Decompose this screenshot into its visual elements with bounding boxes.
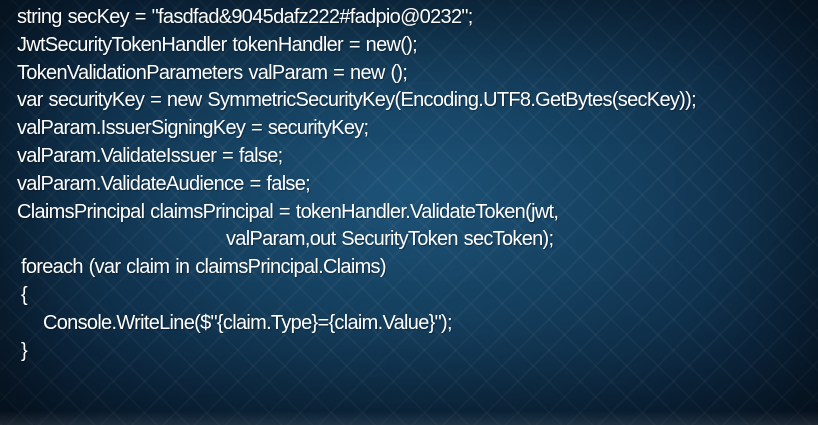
code-line-12: Console.WriteLine($"{claim.Type}={claim.… [43, 311, 453, 334]
code-line-5: valParam.IssuerSigningKey = securityKey; [17, 117, 369, 140]
code-line-7: valParam.ValidateAudience = false; [17, 172, 311, 195]
code-line-2: JwtSecurityTokenHandler tokenHandler = n… [17, 33, 418, 56]
code-line-4: var securityKey = new SymmetricSecurityK… [17, 89, 697, 112]
code-line-1: string secKey = "fasdfad&9045dafz222#fad… [17, 6, 473, 28]
code-line-6: valParam.ValidateIssuer = false; [17, 144, 283, 167]
code-line-8: ClaimsPrincipal claimsPrincipal = tokenH… [17, 200, 559, 223]
code-line-13: } [21, 339, 28, 362]
bottom-fade [0, 411, 818, 425]
code-line-9: valParam,out SecurityToken secToken); [226, 228, 554, 251]
code-line-11: { [21, 283, 28, 306]
code-line-3: TokenValidationParameters valParam = new… [17, 61, 408, 84]
code-block: string secKey = "fasdfad&9045dafz222#fad… [17, 4, 817, 365]
code-line-10: foreach (var claim in claimsPrincipal.Cl… [21, 256, 387, 279]
